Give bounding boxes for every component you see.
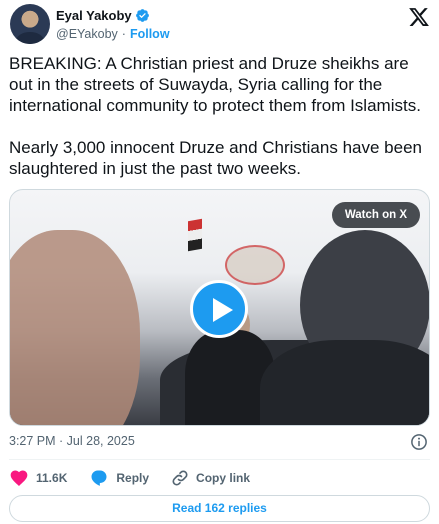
verified-badge-icon: [135, 9, 149, 22]
copy-link-button[interactable]: Copy link: [171, 469, 250, 487]
separator-dot: ·: [121, 27, 126, 41]
x-logo-icon[interactable]: [408, 6, 430, 28]
tweet-timestamp[interactable]: 3:27 PM · Jul 28, 2025: [9, 434, 135, 448]
video-player[interactable]: Watch on X: [9, 189, 430, 426]
play-icon: [213, 298, 233, 322]
tweet-text: BREAKING: A Christian priest and Druze s…: [9, 53, 433, 179]
like-count: 11.6K: [36, 471, 68, 485]
video-frame-banner: [225, 245, 285, 285]
video-frame-shape: [10, 230, 140, 425]
video-frame-flag: [188, 218, 202, 252]
divider: [9, 459, 430, 460]
follow-link[interactable]: Follow: [130, 27, 170, 41]
reply-bubble-icon: [91, 470, 107, 486]
tweet-header: Eyal Yakoby @EYakoby · Follow: [10, 4, 430, 46]
read-replies-button[interactable]: Read 162 replies: [9, 495, 430, 522]
tweet-paragraph: BREAKING: A Christian priest and Druze s…: [9, 54, 421, 115]
tweet-paragraph: Nearly 3,000 innocent Druze and Christia…: [9, 138, 422, 178]
link-icon: [172, 470, 188, 486]
video-frame-body: [260, 340, 429, 425]
author-name-row: Eyal Yakoby: [56, 8, 150, 23]
reply-button[interactable]: Reply: [89, 468, 149, 488]
action-bar: 11.6K Reply Copy link: [9, 467, 272, 489]
copy-link-label: Copy link: [196, 471, 251, 485]
play-button[interactable]: [190, 280, 248, 338]
heart-icon: [10, 470, 28, 486]
like-button[interactable]: 11.6K: [9, 468, 67, 488]
author-handle[interactable]: @EYakoby: [56, 27, 118, 41]
author-name[interactable]: Eyal Yakoby: [56, 8, 132, 23]
handle-row: @EYakoby · Follow: [56, 27, 170, 41]
info-icon[interactable]: [410, 433, 428, 451]
reply-label: Reply: [116, 471, 150, 485]
watch-on-x-button[interactable]: Watch on X: [331, 202, 420, 228]
avatar[interactable]: [10, 4, 50, 44]
